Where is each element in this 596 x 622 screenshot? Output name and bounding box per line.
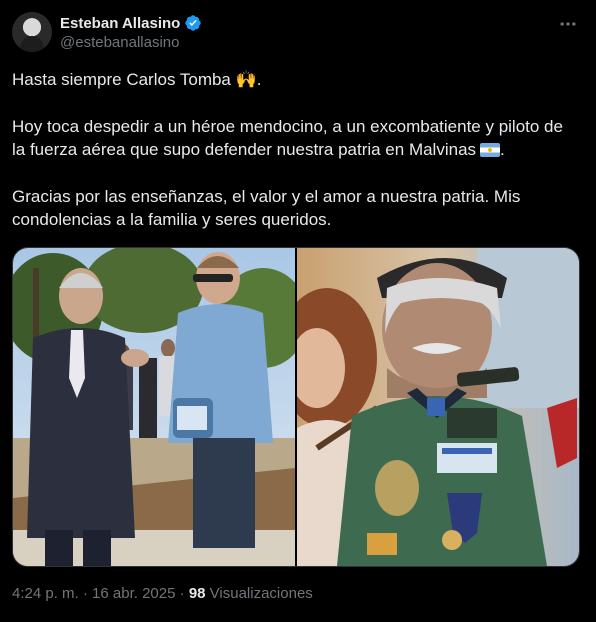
tweet-header: Esteban Allasino @estebanallasino — [12, 12, 584, 56]
views-count: 98 — [188, 585, 206, 602]
tweet-text: Hasta siempre Carlos Tomba 🙌. Hoy toca d… — [12, 68, 572, 255]
more-options-icon[interactable] — [558, 14, 578, 39]
tweet-media — [12, 247, 580, 567]
ceremony-photo-illustration — [13, 248, 295, 566]
tweet-separator: · — [82, 585, 88, 602]
tweet-timestamp[interactable]: 4:24 p. m. · 16 abr. 2025 · 98 Visualiza… — [12, 585, 313, 602]
tweet-line-1: Hasta siempre Carlos Tomba 🙌. — [12, 70, 262, 89]
photo-veteran-portrait[interactable] — [297, 248, 579, 566]
veteran-photo-illustration — [297, 248, 579, 566]
author-name-row: Esteban Allasino — [60, 14, 202, 32]
verified-badge-icon — [185, 15, 202, 31]
author-avatar[interactable] — [12, 12, 52, 52]
tweet-time: 4:24 p. m. — [12, 585, 79, 602]
author-display-name[interactable]: Esteban Allasino — [60, 15, 180, 32]
photo-ceremony-conversation[interactable] — [13, 248, 297, 566]
argentina-flag-icon — [480, 143, 501, 157]
tweet-paragraph-2: Hoy toca despedir a un héroe mendocino, … — [12, 117, 563, 159]
tweet-paragraph-3: Gracias por las enseñanzas, el valor y e… — [12, 187, 521, 229]
views-label: Visualizaciones — [209, 585, 313, 602]
author-handle[interactable]: @estebanallasino — [60, 34, 179, 51]
tweet-separator-2: · — [179, 585, 185, 602]
tweet-date: 16 abr. 2025 — [92, 585, 176, 602]
